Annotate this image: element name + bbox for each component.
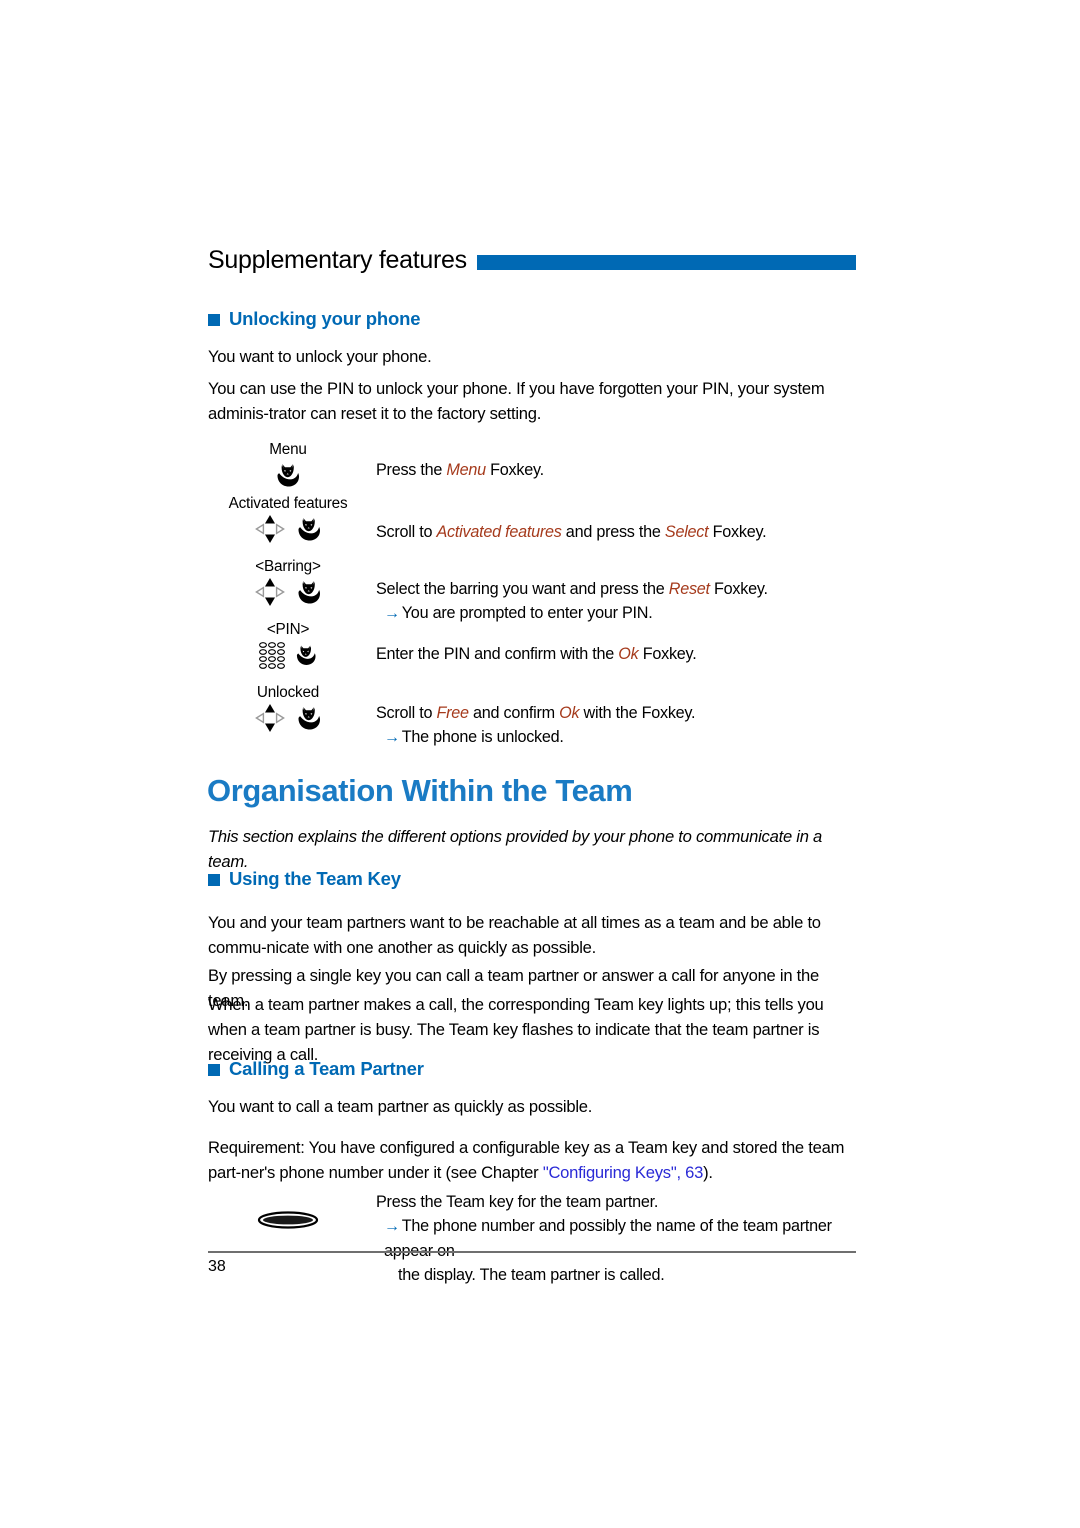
- calling-requirement-paragraph: Requirement: You have configured a confi…: [208, 1135, 858, 1185]
- step-text-pre: Enter the PIN and confirm with the: [376, 645, 619, 663]
- step-text-highlight: Activated features: [436, 523, 562, 541]
- fox-key-icon[interactable]: [294, 577, 324, 612]
- procedure-step-row: <PIN> Enter the PIN and confirm with the…: [208, 620, 858, 683]
- team-key-paragraph: When a team partner makes a call, the co…: [208, 995, 824, 1064]
- step-display-label: Activated features: [228, 495, 348, 512]
- step-text-post: Foxkey.: [708, 523, 767, 541]
- section-heading-label: Using the Team Key: [229, 868, 401, 889]
- step-key-column: Menu: [208, 440, 368, 494]
- navigation-cluster-icon[interactable]: [253, 575, 287, 614]
- bullet-square-icon: [208, 1064, 220, 1076]
- fox-key-icon[interactable]: [294, 514, 324, 549]
- procedure-table-unlocking: Menu Press the Menu Foxkey. Activated fe…: [208, 440, 858, 746]
- procedure-step-row: Unlocked Scroll to Free and confirm Ok w…: [208, 683, 858, 746]
- result-arrow-icon: →: [384, 729, 400, 746]
- running-head-title: Supplementary features: [208, 245, 467, 274]
- step-text-highlight-secondary: Ok: [559, 704, 580, 722]
- calling-intro-paragraph: You want to call a team partner as quick…: [208, 1097, 593, 1116]
- step-instruction-text: Select the barring you want and press th…: [376, 577, 858, 626]
- fox-key-icon[interactable]: [293, 642, 319, 673]
- section-heading-calling: Calling a Team Partner: [208, 1058, 424, 1080]
- step-instruction-text: Scroll to Free and confirm Ok with the F…: [376, 701, 858, 750]
- step-icon-group: [208, 460, 368, 494]
- procedure-step-row: Menu Press the Menu Foxkey.: [208, 440, 858, 494]
- step-icon-group: [208, 514, 368, 548]
- page-number: 38: [208, 1258, 226, 1275]
- step-text-highlight: Menu: [446, 461, 486, 479]
- procedure-table-calling: Press the Team key for the team partner.…: [208, 1190, 858, 1284]
- step-text-pre: Scroll to: [376, 523, 437, 541]
- keypad-icon[interactable]: [258, 640, 286, 675]
- step-result-text: The phone number and possibly the name o…: [384, 1217, 832, 1260]
- team-key-oval-icon[interactable]: [257, 1209, 319, 1236]
- step-display-label: Unlocked: [256, 684, 320, 701]
- step-display-label: <PIN>: [266, 621, 310, 638]
- bullet-square-icon: [208, 874, 220, 886]
- step-key-column: <Barring>: [208, 557, 368, 611]
- procedure-step-row: Press the Team key for the team partner.…: [208, 1190, 858, 1284]
- unlocking-body-paragraph: You can use the PIN to unlock your phone…: [208, 379, 825, 423]
- step-text-mid: and confirm: [468, 704, 560, 722]
- bullet-square-icon: [208, 314, 220, 326]
- requirement-text-pre: Requirement: You have configured a confi…: [208, 1138, 845, 1182]
- chapter-title: Organisation Within the Team: [207, 773, 633, 808]
- step-result-line: → The phone is unlocked.: [376, 725, 858, 750]
- fox-key-icon[interactable]: [273, 460, 303, 495]
- step-icon-group: [208, 703, 368, 737]
- section-heading-unlocking: Unlocking your phone: [208, 308, 420, 330]
- requirement-text-post: ).: [703, 1163, 713, 1182]
- step-text: Press the Team key for the team partner.: [376, 1193, 659, 1211]
- step-text-post: Foxkey.: [638, 645, 697, 663]
- step-text-highlight: Reset: [668, 580, 710, 598]
- step-text-highlight: Ok: [618, 645, 639, 663]
- team-key-paragraph: You and your team partners want to be re…: [208, 913, 821, 957]
- step-instruction-text: Scroll to Activated features and press t…: [376, 520, 858, 544]
- procedure-step-row: <Barring> Select the barring you want an…: [208, 557, 858, 622]
- step-text-highlight-secondary: Select: [664, 523, 709, 541]
- step-display-label: <Barring>: [255, 558, 321, 575]
- step-text-post: Foxkey.: [709, 580, 768, 598]
- unlocking-intro-paragraph: You want to unlock your phone.: [208, 347, 432, 366]
- cross-reference-link[interactable]: "Configuring Keys", 63: [543, 1163, 704, 1182]
- step-icon-group: [208, 577, 368, 611]
- step-instruction-text: Press the Team key for the team partner.…: [376, 1190, 858, 1287]
- step-key-column: Unlocked: [208, 683, 368, 737]
- running-head: Supplementary features: [208, 243, 856, 277]
- step-text-post: with the Foxkey.: [579, 704, 696, 722]
- step-result-text: The phone is unlocked.: [401, 728, 564, 746]
- result-arrow-icon: →: [384, 1218, 400, 1235]
- running-head-rule: [476, 254, 856, 270]
- step-text-post: Foxkey.: [485, 461, 544, 479]
- step-key-column: Activated features: [208, 494, 368, 548]
- step-icon-group: [208, 1205, 368, 1239]
- step-text-highlight: Free: [436, 704, 469, 722]
- footer-rule: [208, 1251, 856, 1253]
- step-key-column: [208, 1204, 368, 1239]
- procedure-step-row: Activated features Scroll to Activated f…: [208, 494, 858, 557]
- navigation-cluster-icon[interactable]: [253, 512, 287, 551]
- step-instruction-text: Press the Menu Foxkey.: [376, 458, 858, 482]
- step-text-pre: Scroll to: [376, 704, 437, 722]
- fox-key-icon[interactable]: [294, 703, 324, 738]
- navigation-cluster-icon[interactable]: [253, 701, 287, 740]
- step-key-column: <PIN>: [208, 620, 368, 674]
- step-result-text-continued: the display. The team partner is called.: [398, 1266, 665, 1284]
- step-text-pre: Press the: [376, 461, 447, 479]
- section-heading-label: Unlocking your phone: [229, 308, 421, 329]
- chapter-intro-paragraph: This section explains the different opti…: [208, 827, 823, 871]
- step-text-mid: and press the: [561, 523, 665, 541]
- section-heading-label: Calling a Team Partner: [229, 1058, 424, 1079]
- step-text-pre: Select the barring you want and press th…: [376, 580, 669, 598]
- step-display-label: Menu: [269, 441, 307, 458]
- step-instruction-text: Enter the PIN and confirm with the Ok Fo…: [376, 642, 858, 666]
- document-page: Supplementary features Unlocking your ph…: [0, 0, 1080, 1528]
- section-heading-team-key: Using the Team Key: [208, 868, 401, 890]
- step-icon-group: [208, 640, 368, 674]
